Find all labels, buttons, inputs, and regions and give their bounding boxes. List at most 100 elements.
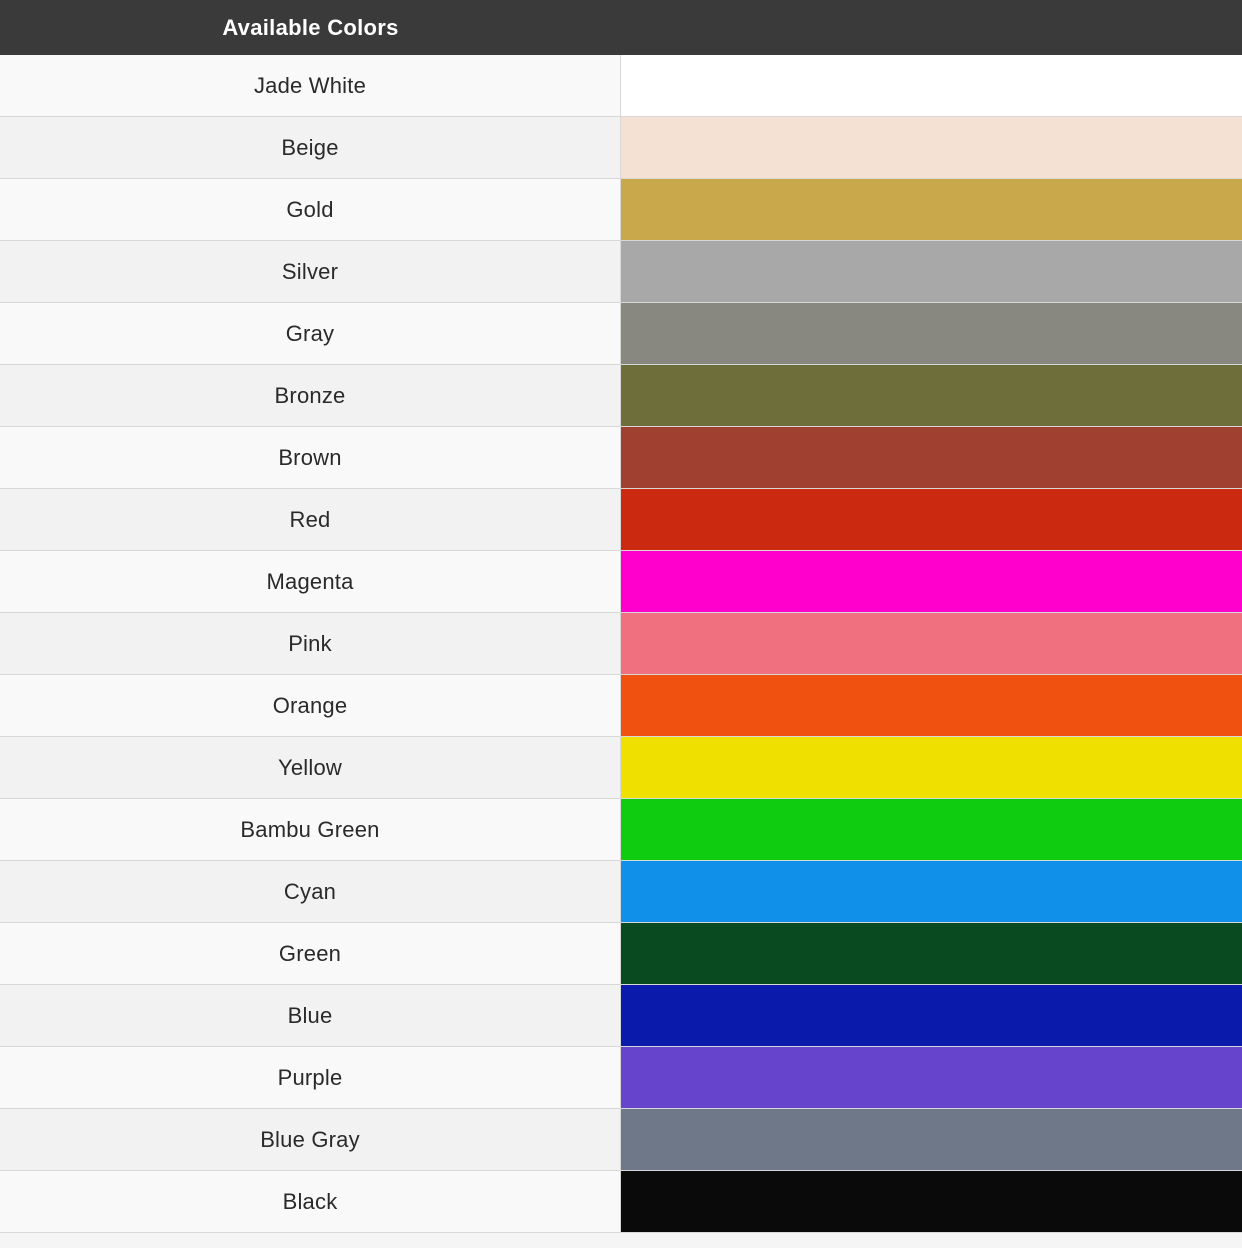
color-swatch [621, 1109, 1242, 1170]
color-swatch [621, 1047, 1242, 1108]
color-name-text: Green [279, 941, 341, 967]
color-row: Silver [0, 241, 1242, 303]
color-name-text: Blue Gray [260, 1127, 360, 1153]
color-name-cell: Blue [0, 985, 621, 1046]
color-swatch-cell [621, 737, 1242, 798]
color-row: Green [0, 923, 1242, 985]
color-swatch-cell [621, 179, 1242, 240]
color-swatch [621, 799, 1242, 860]
color-name-cell: Orange [0, 675, 621, 736]
color-name-text: Bambu Green [240, 817, 379, 843]
color-row: Gray [0, 303, 1242, 365]
color-swatch [621, 489, 1242, 550]
color-swatch [621, 1171, 1242, 1232]
color-name-cell: Bambu Green [0, 799, 621, 860]
color-name-text: Brown [278, 445, 341, 471]
color-name-text: Red [290, 507, 331, 533]
color-name-text: Jade White [254, 73, 366, 99]
color-swatch-cell [621, 675, 1242, 736]
color-swatch-cell [621, 241, 1242, 302]
color-name-cell: Gold [0, 179, 621, 240]
color-swatch [621, 985, 1242, 1046]
color-swatch-cell [621, 799, 1242, 860]
color-name-cell: Brown [0, 427, 621, 488]
color-row: Bronze [0, 365, 1242, 427]
color-name-text: Silver [282, 259, 338, 285]
color-row: Black [0, 1171, 1242, 1233]
color-name-text: Black [283, 1189, 338, 1215]
available-colors-table: Available Colors Jade White Beige Gold Silv… [0, 0, 1242, 1233]
color-swatch [621, 241, 1242, 302]
color-swatch-cell [621, 1047, 1242, 1108]
color-swatch [621, 613, 1242, 674]
color-swatch [621, 117, 1242, 178]
table-title: Available Colors [222, 15, 398, 41]
color-swatch-cell [621, 613, 1242, 674]
color-name-cell: Beige [0, 117, 621, 178]
color-name-text: Beige [281, 135, 338, 161]
color-swatch-cell [621, 551, 1242, 612]
color-swatch [621, 179, 1242, 240]
color-name-cell: Blue Gray [0, 1109, 621, 1170]
color-swatch [621, 55, 1242, 116]
table-header: Available Colors [0, 0, 1242, 55]
color-name-cell: Purple [0, 1047, 621, 1108]
color-row: Jade White [0, 55, 1242, 117]
color-row: Brown [0, 427, 1242, 489]
color-row: Red [0, 489, 1242, 551]
color-row: Cyan [0, 861, 1242, 923]
color-swatch-cell [621, 1171, 1242, 1232]
color-name-text: Magenta [266, 569, 353, 595]
color-name-cell: Bronze [0, 365, 621, 426]
color-name-cell: Yellow [0, 737, 621, 798]
color-swatch-cell [621, 1109, 1242, 1170]
color-swatch [621, 551, 1242, 612]
color-swatch-cell [621, 861, 1242, 922]
color-swatch-cell [621, 923, 1242, 984]
color-name-cell: Gray [0, 303, 621, 364]
color-name-text: Blue [288, 1003, 333, 1029]
color-swatch [621, 303, 1242, 364]
color-swatch-cell [621, 303, 1242, 364]
color-swatch [621, 427, 1242, 488]
color-row: Bambu Green [0, 799, 1242, 861]
color-swatch [621, 737, 1242, 798]
color-row: Beige [0, 117, 1242, 179]
color-name-text: Gray [286, 321, 334, 347]
color-row: Purple [0, 1047, 1242, 1109]
color-row: Orange [0, 675, 1242, 737]
color-swatch [621, 861, 1242, 922]
color-name-cell: Pink [0, 613, 621, 674]
color-rows-container: Jade White Beige Gold Silver Gray Bronze Brown… [0, 55, 1242, 1233]
color-name-text: Orange [273, 693, 348, 719]
color-swatch [621, 365, 1242, 426]
color-swatch [621, 923, 1242, 984]
color-row: Blue [0, 985, 1242, 1047]
color-swatch-cell [621, 55, 1242, 116]
header-label-cell: Available Colors [0, 15, 621, 41]
color-row: Pink [0, 613, 1242, 675]
color-row: Magenta [0, 551, 1242, 613]
color-name-cell: Black [0, 1171, 621, 1232]
color-row: Blue Gray [0, 1109, 1242, 1171]
color-name-cell: Jade White [0, 55, 621, 116]
color-swatch-cell [621, 365, 1242, 426]
color-name-text: Yellow [278, 755, 342, 781]
color-name-cell: Cyan [0, 861, 621, 922]
color-swatch-cell [621, 985, 1242, 1046]
color-name-text: Pink [288, 631, 332, 657]
color-swatch-cell [621, 117, 1242, 178]
color-name-text: Purple [278, 1065, 343, 1091]
color-swatch-cell [621, 489, 1242, 550]
color-name-cell: Silver [0, 241, 621, 302]
color-name-text: Gold [286, 197, 333, 223]
color-row: Gold [0, 179, 1242, 241]
color-swatch-cell [621, 427, 1242, 488]
color-name-text: Bronze [275, 383, 346, 409]
color-name-cell: Magenta [0, 551, 621, 612]
color-name-cell: Red [0, 489, 621, 550]
color-row: Yellow [0, 737, 1242, 799]
color-name-cell: Green [0, 923, 621, 984]
color-name-text: Cyan [284, 879, 336, 905]
color-swatch [621, 675, 1242, 736]
